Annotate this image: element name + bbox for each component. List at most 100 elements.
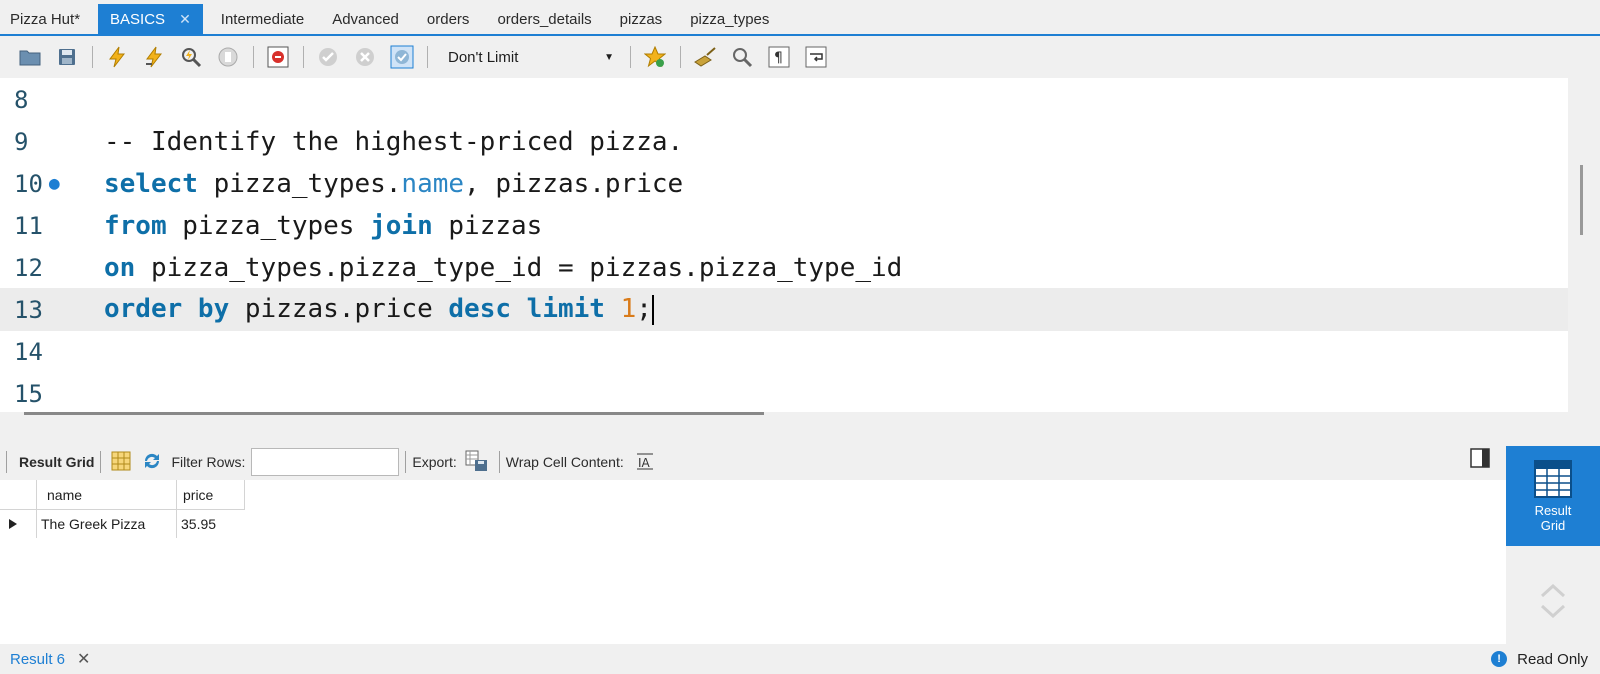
line-number: 13 (14, 295, 43, 324)
editor-line: 12 on pizza_types.pizza_type_id = pizzas… (0, 246, 1568, 289)
tab-label: pizza_types (690, 10, 770, 28)
line-number: 15 (14, 379, 43, 408)
tab-orders-details[interactable]: orders_details (487, 4, 601, 34)
row-header-corner (0, 480, 37, 509)
scroll-down-icon[interactable] (1540, 604, 1566, 621)
sql-text: pizza_types (166, 210, 371, 241)
tab-orders[interactable]: orders (417, 4, 480, 34)
editor-line: 10 ● select pizza_types.name, pizzas.pric… (0, 162, 1568, 205)
svg-text:¶: ¶ (774, 50, 783, 66)
filter-rows-input[interactable] (251, 448, 400, 476)
tab-label: Advanced (332, 10, 399, 28)
export-icon[interactable] (465, 450, 489, 475)
toolbar-divider (92, 46, 93, 68)
table-cell[interactable]: 35.95 (177, 510, 245, 538)
invisible-chars-pilcrow-icon[interactable]: ¶ (767, 45, 791, 69)
tab-pizza-types[interactable]: pizza_types (680, 4, 779, 34)
stop-icon[interactable] (216, 45, 240, 69)
toggle-side-panel-icon[interactable] (1470, 448, 1492, 470)
sql-text: ; (636, 294, 652, 325)
result-tab-label: Result 6 (10, 650, 66, 668)
row-limit-select[interactable]: Don't Limit ▼ (440, 45, 622, 69)
tab-intermediate[interactable]: Intermediate (211, 4, 314, 34)
svg-text:IA: IA (638, 456, 651, 470)
table-cell[interactable]: The Greek Pizza (37, 510, 177, 538)
toolbar-divider (6, 451, 7, 473)
refresh-icon[interactable] (141, 451, 163, 474)
tab-pizzas[interactable]: pizzas (610, 4, 673, 34)
scroll-up-icon[interactable] (1540, 583, 1566, 601)
editor-horizontal-scrollbar[interactable] (24, 412, 764, 415)
sql-editor[interactable]: 8 9 -- Identify the highest-priced pizza… (0, 78, 1568, 412)
explain-magnifier-icon[interactable] (179, 45, 203, 69)
column-header-name[interactable]: name (37, 480, 177, 509)
result-grid-side-button[interactable]: Result Grid (1506, 446, 1600, 546)
sql-reserved-word: name (401, 168, 465, 199)
execute-current-icon[interactable] (142, 45, 166, 69)
chevron-down-icon: ▼ (604, 51, 614, 63)
toggle-error-icon[interactable] (266, 45, 290, 69)
result-tab[interactable]: Result 6 ✕ (0, 649, 90, 669)
open-folder-icon[interactable] (18, 45, 42, 69)
sql-keyword: on (104, 252, 136, 283)
side-button-label: Result (1534, 503, 1572, 518)
toolbar-divider (100, 451, 102, 473)
line-number: 8 (14, 85, 29, 114)
table-row[interactable]: The Greek Pizza 35.95 (0, 510, 245, 538)
sql-text: pizza_types.pizza_type_id = pizzas.pizza… (135, 252, 903, 283)
find-magnifier-icon[interactable] (730, 45, 754, 69)
column-header-price[interactable]: price (177, 480, 245, 509)
line-number: 9 (14, 127, 29, 156)
tab-label: Pizza Hut* (10, 10, 81, 28)
line-number-text: 10 (14, 169, 43, 198)
sql-keyword: desc (448, 294, 512, 325)
grid-header-row: name price (0, 480, 245, 510)
read-only-label: Read Only (1517, 650, 1588, 668)
tab-label: pizzas (619, 10, 663, 28)
sql-keyword: limit (526, 294, 605, 325)
read-only-indicator: ! Read Only (1491, 651, 1588, 668)
toolbar-divider (427, 46, 428, 68)
filter-rows-label: Filter Rows: (171, 454, 246, 470)
line-number: 12 (14, 253, 43, 282)
close-icon[interactable]: ✕ (179, 11, 191, 28)
wrap-cell-icon[interactable]: IA (636, 452, 654, 473)
sql-keyword: order by (104, 294, 230, 325)
save-icon[interactable] (55, 45, 79, 69)
toolbar-divider (680, 46, 681, 68)
grid-view-icon[interactable] (111, 451, 131, 474)
close-icon[interactable]: ✕ (77, 649, 90, 669)
editor-line: 14 (0, 330, 1568, 373)
sql-keyword: join (370, 210, 433, 241)
editor-vertical-scrollbar[interactable] (1580, 165, 1583, 235)
query-tab-bar: Pizza Hut* BASICS ✕ Intermediate Advanced… (0, 0, 1600, 36)
autocommit-toggle-icon[interactable] (390, 45, 414, 69)
commit-icon[interactable] (316, 45, 340, 69)
result-toolbar: Result Grid Filter Rows: Export: Wrap Ce… (0, 444, 1500, 480)
statement-marker-icon: ● (48, 173, 60, 194)
editor-line-current: 13 order by pizzas.price desc limit 1; (0, 288, 1568, 331)
toolbar-divider (303, 46, 304, 68)
rollback-icon[interactable] (353, 45, 377, 69)
sql-line-order-by: order by pizzas.price desc limit 1; (104, 294, 654, 325)
info-icon: ! (1491, 651, 1508, 667)
sql-text: pizzas (432, 210, 543, 241)
line-number: 14 (14, 337, 43, 366)
tab-advanced[interactable]: Advanced (322, 4, 409, 34)
limit-value: Don't Limit (448, 48, 519, 66)
execute-lightning-icon[interactable] (105, 45, 129, 69)
toolbar-divider (253, 46, 254, 68)
sql-keyword: select (104, 168, 198, 199)
sql-line-from: from pizza_types join pizzas (104, 211, 542, 241)
tab-pizza-hut[interactable]: Pizza Hut* (0, 4, 90, 34)
result-grid: name price The Greek Pizza 35.95 (0, 480, 1506, 644)
beautify-brush-icon[interactable] (693, 45, 717, 69)
tab-basics[interactable]: BASICS ✕ (98, 4, 203, 34)
sql-text: , pizzas.price (464, 168, 684, 199)
editor-line: 8 (0, 78, 1568, 121)
word-wrap-icon[interactable] (804, 45, 828, 69)
sql-number: 1 (620, 294, 637, 325)
tab-label: orders_details (497, 10, 592, 28)
sql-line-select: select pizza_types.name, pizzas.price (104, 169, 683, 199)
add-snippet-star-icon[interactable] (643, 45, 667, 69)
